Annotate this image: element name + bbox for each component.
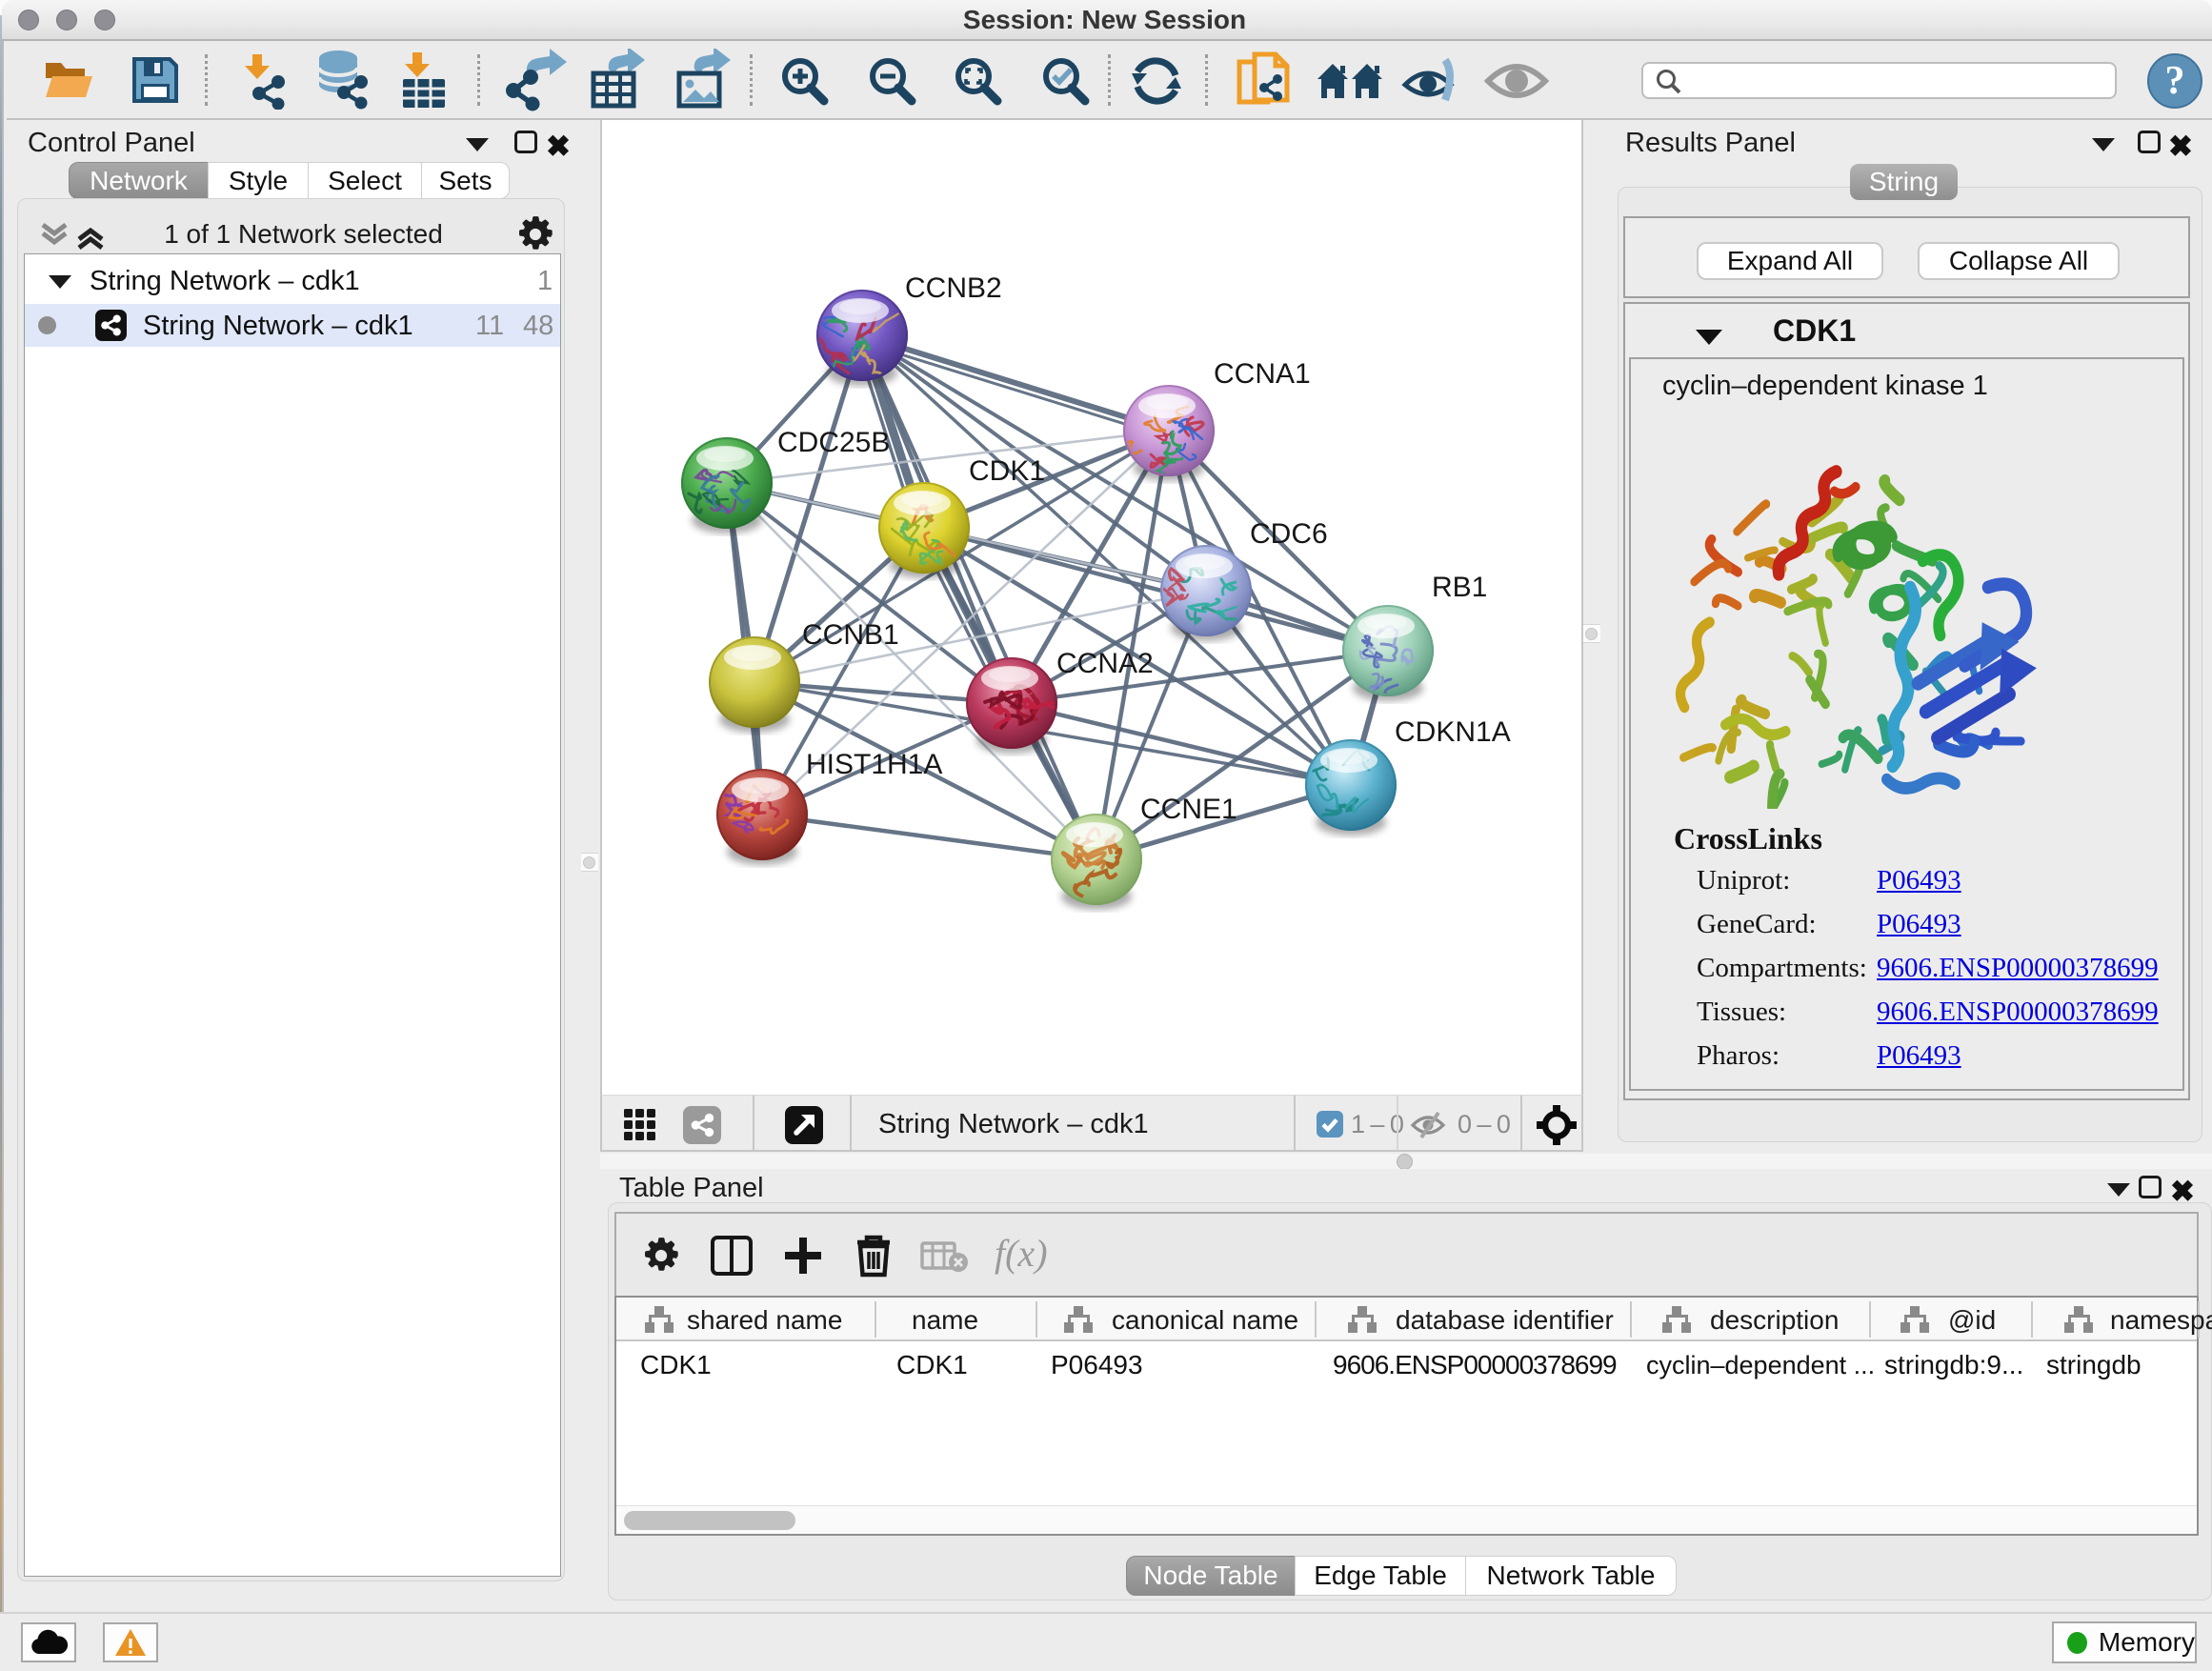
svg-text:CCNB2: CCNB2 [905, 272, 1002, 304]
svg-text:RB1: RB1 [1432, 572, 1487, 603]
svg-text:CDK1: CDK1 [969, 455, 1045, 487]
svg-text:CDC6: CDC6 [1250, 518, 1328, 550]
svg-text:CCNA1: CCNA1 [1214, 358, 1311, 390]
svg-text:CDKN1A: CDKN1A [1395, 716, 1511, 748]
svg-text:HIST1H1A: HIST1H1A [806, 749, 942, 780]
svg-text:CDC25B: CDC25B [777, 427, 890, 458]
svg-text:CCNB1: CCNB1 [802, 619, 899, 651]
svg-text:CCNE1: CCNE1 [1140, 794, 1237, 825]
svg-text:CCNA2: CCNA2 [1056, 648, 1154, 679]
